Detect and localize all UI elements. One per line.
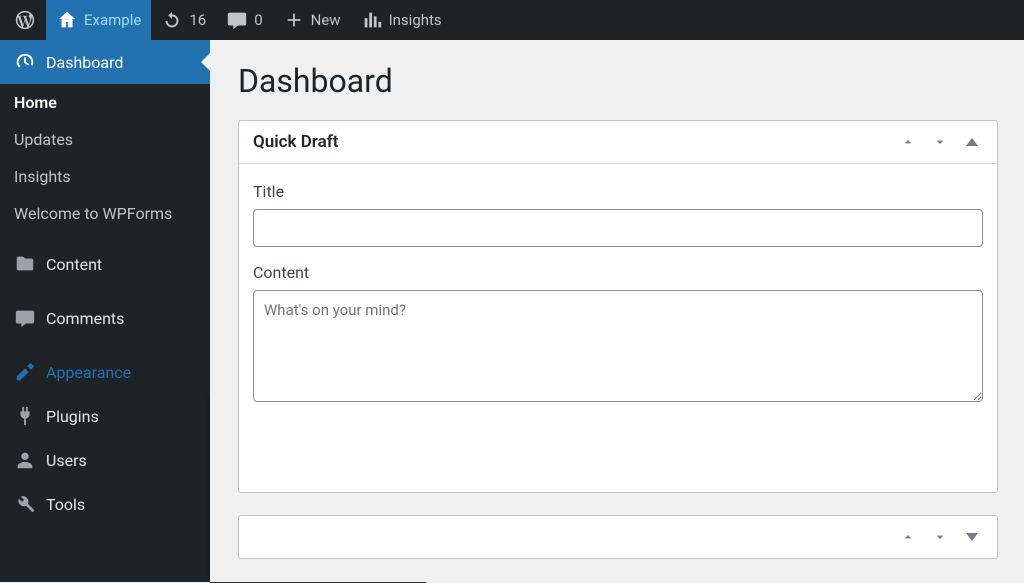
menu-content[interactable]: Content [0,242,210,286]
page-title: Dashboard [238,62,1024,100]
content-label: Content [253,263,983,282]
submenu-insights[interactable]: Insights [0,158,210,195]
menu-comments[interactable]: Comments [0,296,210,340]
tools-icon [14,493,36,515]
panel-controls [897,526,983,548]
submenu-home[interactable]: Home [0,84,210,121]
triangle-down-icon [966,533,978,541]
home-icon [56,9,78,31]
plus-icon [283,9,305,31]
quick-draft-header: Quick Draft [239,121,997,164]
chevron-up-icon [900,134,916,150]
comments-link[interactable]: 0 [216,0,272,40]
toggle-panel-button[interactable] [961,526,983,548]
menu-comments-label: Comments [46,309,124,328]
move-up-button[interactable] [897,526,919,548]
move-up-button[interactable] [897,131,919,153]
move-down-button[interactable] [929,131,951,153]
menu-plugins[interactable]: Plugins [0,394,210,438]
comments-count: 0 [254,11,262,29]
admin-bar: Example 16 0 New Insights [0,0,1024,40]
submenu-dashboard: Home Updates Insights Welcome to WPForms [0,84,210,232]
menu-plugins-label: Plugins [46,407,99,426]
chevron-down-icon [932,529,948,545]
users-icon [14,449,36,471]
folder-icon [14,253,36,275]
wp-logo-menu[interactable] [4,0,46,40]
menu-tools[interactable]: Tools [0,482,210,526]
updates-icon [161,9,183,31]
title-input[interactable] [253,209,983,247]
updates-count: 16 [189,11,206,29]
chevron-down-icon [932,134,948,150]
main-content: Dashboard Quick Draft Title Content [210,40,1024,582]
menu-dashboard-label: Dashboard [46,53,123,72]
menu-users[interactable]: Users [0,438,210,482]
menu-appearance-label: Appearance [46,363,131,382]
quick-draft-body: Title Content [239,164,997,492]
menu-appearance[interactable]: Appearance [0,350,210,394]
appearance-icon [14,361,36,383]
menu-dashboard[interactable]: Dashboard [0,40,210,84]
submenu-updates[interactable]: Updates [0,121,210,158]
bar-chart-icon [361,9,383,31]
move-down-button[interactable] [929,526,951,548]
panel-controls [897,131,983,153]
menu-tools-label: Tools [46,495,85,514]
triangle-up-icon [966,138,978,146]
collapsed-panel [238,515,998,559]
insights-link[interactable]: Insights [351,0,452,40]
content-textarea[interactable] [253,290,983,402]
new-label: New [311,11,341,29]
toggle-panel-button[interactable] [961,131,983,153]
quick-draft-title: Quick Draft [253,132,338,152]
admin-menu: Dashboard Home Updates Insights Welcome … [0,40,210,582]
new-content-link[interactable]: New [273,0,351,40]
wordpress-icon [14,9,36,31]
quick-draft-panel: Quick Draft Title Content [238,120,998,493]
plugins-icon [14,405,36,427]
dashboard-icon [14,51,36,73]
collapsed-panel-header [239,516,997,558]
comment-icon [226,9,248,31]
insights-label: Insights [389,11,442,29]
chevron-up-icon [900,529,916,545]
site-home-link[interactable]: Example [46,0,151,40]
updates-link[interactable]: 16 [151,0,216,40]
site-name: Example [84,11,141,29]
submenu-welcome-wpforms[interactable]: Welcome to WPForms [0,195,210,232]
menu-content-label: Content [46,255,102,274]
menu-users-label: Users [46,451,87,470]
title-label: Title [253,182,983,201]
comments-icon [14,307,36,329]
